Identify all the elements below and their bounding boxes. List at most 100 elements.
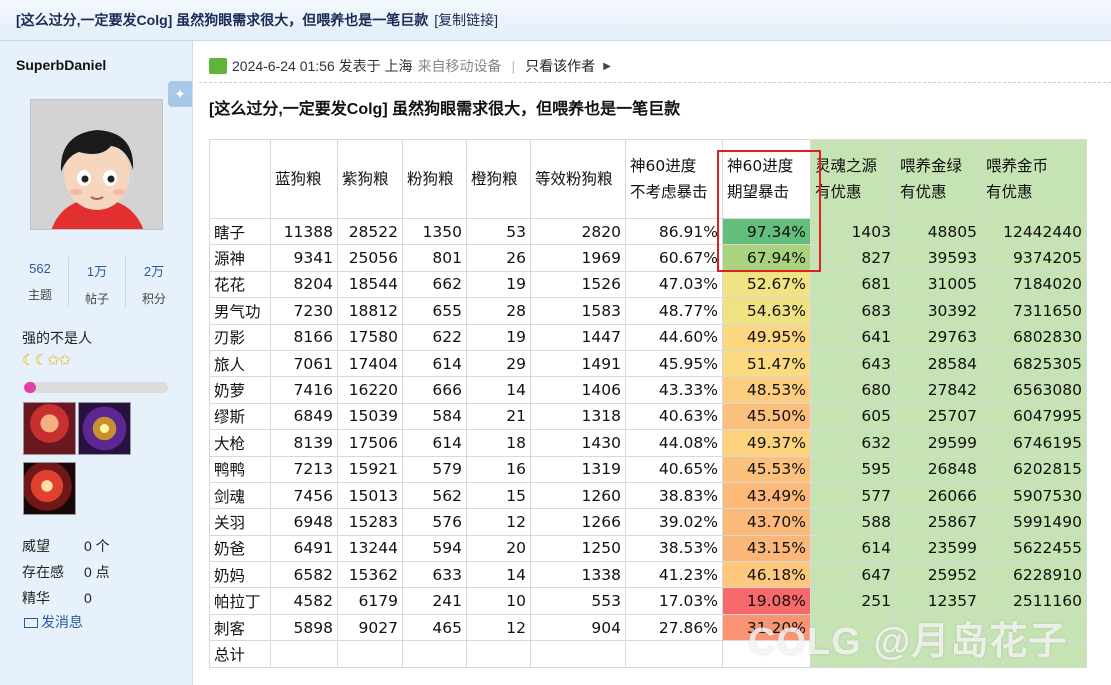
- table-cell: 1403: [810, 217, 896, 246]
- table-cell: 7184020: [981, 270, 1087, 299]
- table-cell: 27842: [895, 376, 982, 404]
- table-cell: 11388: [270, 217, 338, 246]
- stat-posts[interactable]: 1万 帖子: [69, 257, 126, 307]
- table-cell: 680: [810, 376, 896, 404]
- only-author-link[interactable]: 只看该作者: [525, 56, 595, 76]
- table-header-cell: 紫狗粮: [337, 139, 403, 219]
- table-cell: 2511160: [981, 587, 1087, 615]
- table-cell: 23599: [895, 534, 982, 563]
- table-cell: 29599: [895, 429, 982, 457]
- author-stats: 562 主题 1万 帖子 2万 积分: [12, 257, 182, 307]
- table-cell: [270, 640, 338, 668]
- table-cell: 38.83%: [625, 481, 723, 510]
- table-cell: 15039: [337, 402, 403, 431]
- table-cell: 源神: [209, 244, 271, 272]
- table-cell: 5991490: [981, 508, 1087, 536]
- table-row: 瞎子 11388 28522 1350 53 2820 86.91% 97.34% 1403 48…: [209, 217, 1087, 246]
- stat-points[interactable]: 2万 积分: [126, 257, 182, 307]
- table-cell: 44.08%: [625, 429, 723, 457]
- table-cell: 帕拉丁: [209, 587, 271, 615]
- table-header-cell: 橙狗粮: [466, 139, 531, 219]
- table-cell: 553: [530, 587, 626, 615]
- table-cell: 562: [402, 481, 467, 510]
- table-row: 奶妈 6582 15362 633 14 1338 41.23% 46.18% 647 25952…: [209, 561, 1087, 589]
- table-cell: 7311650: [981, 297, 1087, 325]
- table-cell: 15: [466, 481, 531, 510]
- table-cell: 43.15%: [722, 534, 811, 563]
- table-cell: 12357: [895, 587, 982, 615]
- table-cell: 5907530: [981, 481, 1087, 510]
- table-cell: 614: [402, 429, 467, 457]
- table-cell: 4582: [270, 587, 338, 615]
- table-cell: 39593: [895, 244, 982, 272]
- copy-link-button[interactable]: [复制链接]: [434, 10, 498, 30]
- author-info: 威望 0 个 存在感 0 点 精华 0: [22, 533, 110, 611]
- table-cell: 剑魂: [209, 481, 271, 510]
- table-cell: 49.37%: [722, 429, 811, 457]
- table-cell: 1430: [530, 429, 626, 457]
- table-cell: 6228910: [981, 561, 1087, 589]
- exp-progress-fill: [24, 382, 36, 393]
- table-cell: 51.47%: [722, 349, 811, 378]
- table-cell: 奶爸: [209, 534, 271, 563]
- medal-badge[interactable]: [23, 402, 76, 455]
- table-cell: 12: [466, 508, 531, 536]
- table-cell: 6849: [270, 402, 338, 431]
- stat-threads[interactable]: 562 主题: [12, 257, 69, 307]
- table-cell: 6563080: [981, 376, 1087, 404]
- table-cell: 662: [402, 270, 467, 299]
- table-row: 帕拉丁 4582 6179 241 10 553 17.03% 19.08% 251 12357 2…: [209, 587, 1087, 615]
- info-essence: 精华 0: [22, 590, 92, 606]
- author-username[interactable]: SuperbDaniel: [16, 57, 106, 73]
- table-row: 源神 9341 25056 801 26 1969 60.67% 67.94% 827 39593…: [209, 244, 1087, 272]
- table-cell: 801: [402, 244, 467, 272]
- table-cell: [625, 640, 723, 668]
- info-prestige: 威望 0 个: [22, 538, 110, 554]
- table-cell: 8166: [270, 323, 338, 351]
- thread-title-bar: [这么过分,一定要发Colg] 虽然狗眼需求很大，但喂养也是一笔巨款 [复制链接…: [0, 0, 1111, 41]
- exp-progress-bar: [24, 382, 168, 393]
- thread-title: [这么过分,一定要发Colg] 虽然狗眼需求很大，但喂养也是一笔巨款: [16, 12, 429, 28]
- table-cell: [466, 640, 531, 668]
- table-header-cell: 喂养金币 有优惠: [981, 139, 1087, 219]
- table-cell: 1526: [530, 270, 626, 299]
- table-row: 花花 8204 18544 662 19 1526 47.03% 52.67% 681 31005…: [209, 270, 1087, 299]
- table-cell: 17404: [337, 349, 403, 378]
- table-cell: 577: [810, 481, 896, 510]
- triangle-right-icon: ▶: [603, 60, 611, 72]
- table-cell: 15921: [337, 455, 403, 483]
- table-cell: 53: [466, 217, 531, 246]
- table-row: 剑魂 7456 15013 562 15 1260 38.83% 43.49% 577 26066…: [209, 481, 1087, 510]
- medal-badge[interactable]: [23, 462, 76, 515]
- avatar[interactable]: [30, 99, 163, 230]
- send-message-link[interactable]: 发消息: [24, 612, 83, 632]
- table-cell: 1583: [530, 297, 626, 325]
- table-header-cell: 喂养金绿 有优惠: [895, 139, 982, 219]
- meta-separator: |: [511, 58, 516, 74]
- table-cell: 7456: [270, 481, 338, 510]
- table-row: 男气功 7230 18812 655 28 1583 48.77% 54.63% 683 3039…: [209, 297, 1087, 325]
- table-cell: [810, 640, 896, 668]
- post-location: 发表于 上海: [338, 58, 413, 74]
- table-cell: 7416: [270, 376, 338, 404]
- avatar-image: [31, 100, 162, 229]
- table-cell: 关羽: [209, 508, 271, 536]
- table-cell: 12: [466, 613, 531, 642]
- post-datetime: 2024-6-24 01:56: [232, 58, 335, 74]
- table-cell: 14: [466, 561, 531, 589]
- table-cell: 19: [466, 323, 531, 351]
- post-device: 来自移动设备: [417, 58, 502, 74]
- table-cell: 614: [810, 534, 896, 563]
- medal-badge[interactable]: [78, 402, 131, 455]
- table-row: 鸭鸭 7213 15921 579 16 1319 40.65% 45.53% 595 26848…: [209, 455, 1087, 483]
- table-cell: [981, 640, 1087, 668]
- online-status-icon: [209, 58, 227, 74]
- author-sidebar: SuperbDaniel ✦ 562 主题 1万 帖子 2万 积分 强的不是人 …: [0, 41, 193, 685]
- table-cell: 15013: [337, 481, 403, 510]
- divider: [199, 82, 1111, 83]
- table-cell: 614: [402, 349, 467, 378]
- table-cell: 刃影: [209, 323, 271, 351]
- table-cell: 18544: [337, 270, 403, 299]
- table-cell: 622: [402, 323, 467, 351]
- table-cell: 14: [466, 376, 531, 404]
